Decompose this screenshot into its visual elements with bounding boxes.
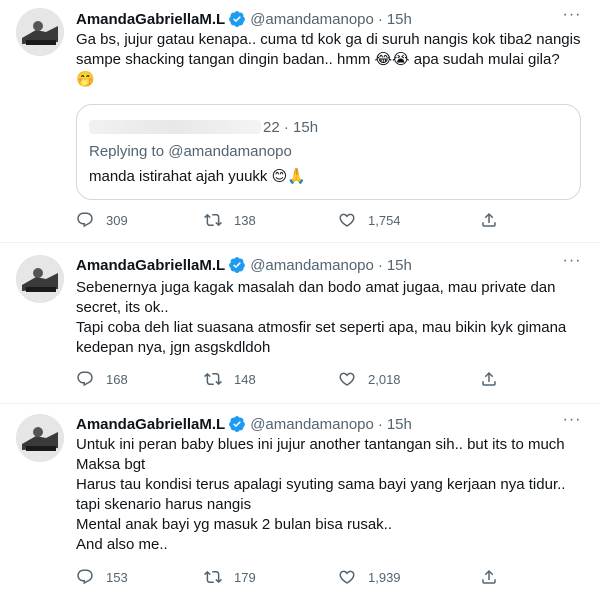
quoted-tweet[interactable]: 22 · 15h Replying to @amandamanopo manda… <box>76 104 581 200</box>
share-button[interactable] <box>480 370 498 388</box>
like-count: 1,754 <box>368 212 401 228</box>
tweet-1[interactable]: AmandaGabriellaM.L @amandamanopo · 15h ·… <box>0 0 601 243</box>
retweet-count: 179 <box>234 569 256 585</box>
heart-icon <box>339 213 355 227</box>
quote-header: 22 · 15h <box>89 117 318 137</box>
like-button[interactable]: 1,939 <box>338 568 401 586</box>
retweet-icon <box>204 570 222 584</box>
blurred-user-info <box>89 120 261 134</box>
replying-mention[interactable]: @amandamanopo <box>168 143 292 160</box>
separator-dot: · <box>377 415 383 433</box>
more-options-icon[interactable]: ··· <box>561 412 583 435</box>
like-count: 1,939 <box>368 569 401 585</box>
verified-badge-icon <box>228 256 246 274</box>
user-handle[interactable]: @amandamanopo <box>250 11 374 28</box>
retweet-button[interactable]: 179 <box>204 568 256 586</box>
share-button[interactable] <box>480 568 498 586</box>
retweet-button[interactable]: 138 <box>204 211 256 229</box>
reply-icon <box>77 569 93 585</box>
heart-icon <box>339 570 355 584</box>
timestamp[interactable]: 15h <box>387 257 412 274</box>
replying-to: Replying to @amandamanopo <box>89 143 292 160</box>
tweet-feed: AmandaGabriellaM.L @amandamanopo · 15h ·… <box>0 0 601 599</box>
tweet-2[interactable]: AmandaGabriellaM.L @amandamanopo · 15h ·… <box>0 243 601 404</box>
tweet-actions: 168 148 2,018 <box>76 369 581 389</box>
more-options-icon[interactable]: ··· <box>561 7 583 30</box>
tweet-text-line: Untuk ini peran baby blues ini jujur ano… <box>76 436 565 453</box>
separator-dot: · <box>377 10 383 28</box>
tweet-text: Sebenernya juga kagak masalah dan bodo a… <box>76 278 581 358</box>
like-count: 2,018 <box>368 371 401 387</box>
heart-icon <box>339 372 355 386</box>
tweet-text-line: And also me.. <box>76 536 168 553</box>
display-name[interactable]: AmandaGabriellaM.L <box>76 11 225 28</box>
tweet-text-line: secret, its ok.. <box>76 299 169 316</box>
verified-badge-icon <box>228 415 246 433</box>
tweet-text: Untuk ini peran baby blues ini jujur ano… <box>76 435 581 555</box>
tweet-text-line: sampe shacking tangan dingin badan.. hmm… <box>76 51 560 68</box>
display-name[interactable]: AmandaGabriellaM.L <box>76 257 225 274</box>
retweet-icon <box>204 372 222 386</box>
reply-icon <box>77 371 93 387</box>
retweet-count: 148 <box>234 371 256 387</box>
reply-button[interactable]: 309 <box>76 211 128 229</box>
share-icon <box>482 569 496 584</box>
like-button[interactable]: 2,018 <box>338 370 401 388</box>
reply-count: 168 <box>106 371 128 387</box>
reply-count: 153 <box>106 569 128 585</box>
reply-button[interactable]: 153 <box>76 568 128 586</box>
share-button[interactable] <box>480 211 498 229</box>
display-name[interactable]: AmandaGabriellaM.L <box>76 416 225 433</box>
reply-button[interactable]: 168 <box>76 370 128 388</box>
timestamp[interactable]: 15h <box>387 11 412 28</box>
separator-dot: · <box>377 256 383 274</box>
avatar[interactable] <box>16 8 64 56</box>
tweet-text-line: Maksa bgt <box>76 456 146 473</box>
reply-icon <box>77 212 93 228</box>
share-icon <box>482 212 496 227</box>
quote-text: manda istirahat ajah yuukk 😊🙏 <box>89 168 306 185</box>
tweet-text: Ga bs, jujur gatau kenapa.. cuma td kok … <box>76 30 581 90</box>
tweet-header: AmandaGabriellaM.L @amandamanopo · 15h <box>76 413 412 435</box>
retweet-count: 138 <box>234 212 256 228</box>
reply-count: 309 <box>106 212 128 228</box>
avatar-image <box>16 255 64 303</box>
tweet-text-line: tapi skenario harus nangis <box>76 496 252 513</box>
tweet-text-line: Ga bs, jujur gatau kenapa.. cuma td kok … <box>76 31 581 48</box>
retweet-button[interactable]: 148 <box>204 370 256 388</box>
tweet-text-line: kedepan nya, jgn asgskdldoh <box>76 339 271 356</box>
user-handle[interactable]: @amandamanopo <box>250 416 374 433</box>
quote-timestamp: 22 · 15h <box>263 118 319 136</box>
tweet-header: AmandaGabriellaM.L @amandamanopo · 15h <box>76 254 412 276</box>
like-button[interactable]: 1,754 <box>338 211 401 229</box>
share-icon <box>482 371 496 386</box>
tweet-actions: 153 179 1,939 <box>76 567 581 587</box>
avatar-image <box>16 8 64 56</box>
tweet-text-line: Tapi coba deh liat suasana atmosfir set … <box>76 319 567 336</box>
avatar-image <box>16 414 64 462</box>
tweet-text-line: 🤭 <box>76 71 95 88</box>
more-options-icon[interactable]: ··· <box>561 253 583 276</box>
replying-label: Replying to <box>89 143 165 160</box>
verified-badge-icon <box>228 10 246 28</box>
tweet-text-line: Mental anak bayi yg masuk 2 bulan bisa r… <box>76 516 393 533</box>
tweet-header: AmandaGabriellaM.L @amandamanopo · 15h <box>76 8 412 30</box>
tweet-text-line: Sebenernya juga kagak masalah dan bodo a… <box>76 279 556 296</box>
tweet-3[interactable]: AmandaGabriellaM.L @amandamanopo · 15h ·… <box>0 404 601 599</box>
user-handle[interactable]: @amandamanopo <box>250 257 374 274</box>
timestamp[interactable]: 15h <box>387 416 412 433</box>
tweet-text-line: Harus tau kondisi terus apalagi syuting … <box>76 476 566 493</box>
avatar[interactable] <box>16 255 64 303</box>
tweet-actions: 309 138 1,754 <box>76 210 581 230</box>
avatar[interactable] <box>16 414 64 462</box>
retweet-icon <box>204 213 222 227</box>
